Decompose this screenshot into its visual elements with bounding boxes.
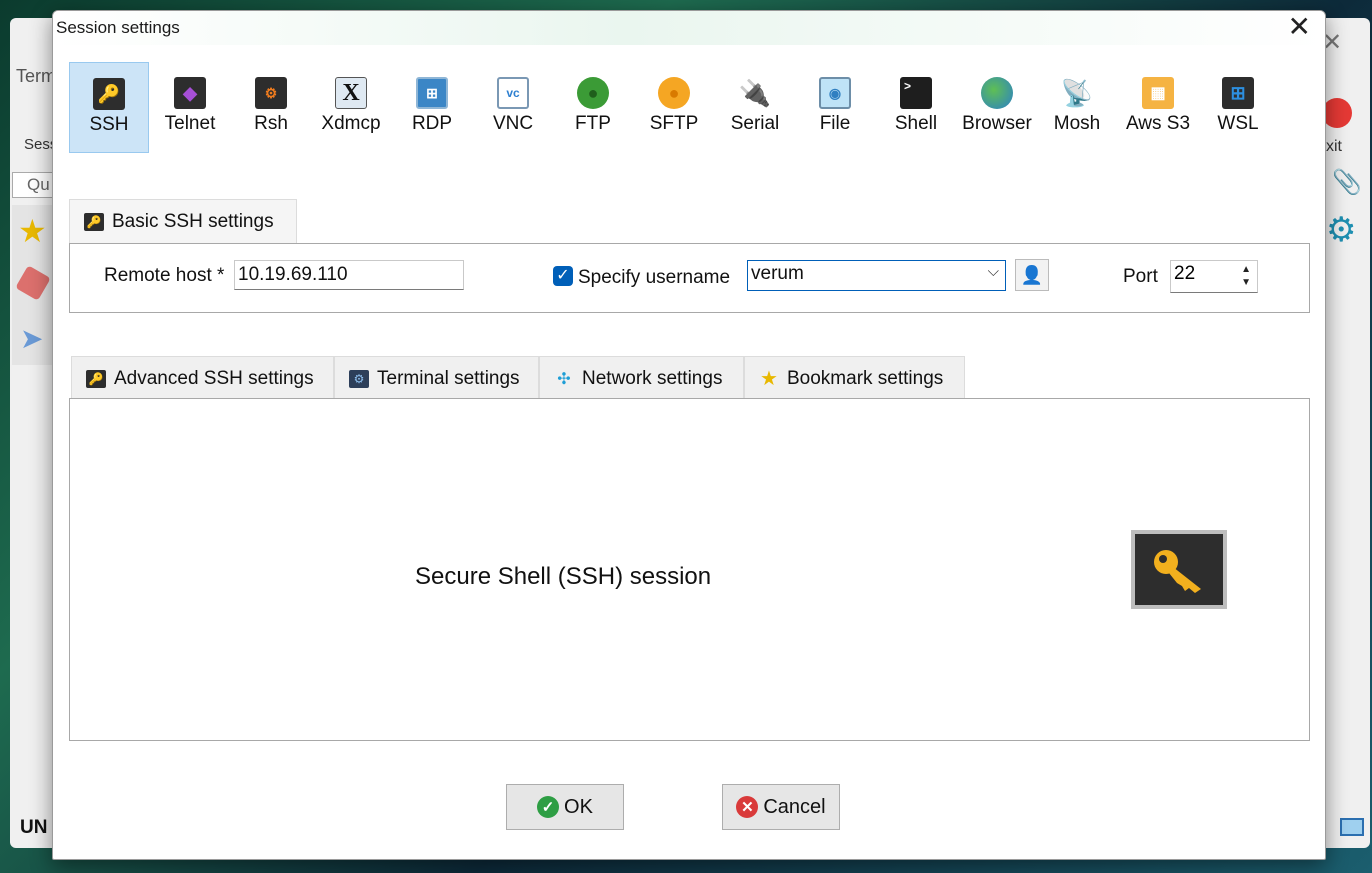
port-spinbox[interactable]: 22 ▲ ▼ <box>1170 260 1258 293</box>
check-icon: ✓ <box>537 796 560 818</box>
background-gear-icon: ⚙ <box>1326 211 1357 249</box>
remote-host-input[interactable] <box>234 260 464 290</box>
remote-host-label: Remote host * <box>104 265 225 286</box>
rdp-icon: ⊞ <box>416 77 448 109</box>
background-terminal-tab: Term <box>16 66 56 86</box>
background-star-icon: ★ <box>18 213 47 249</box>
terminal-settings-icon: ⚙ <box>349 369 369 388</box>
vnc-icon: vc <box>497 77 529 109</box>
cancel-icon: ✕ <box>736 796 759 818</box>
background-monitor-icon <box>1340 818 1364 836</box>
background-paperclip-icon: 📎 <box>1332 169 1362 196</box>
ssh-key-icon <box>1131 530 1227 609</box>
aws-boxes-icon: ▦ <box>1142 77 1174 109</box>
windows-icon: ⊞ <box>1222 77 1254 109</box>
background-exit-label: xit <box>1326 138 1342 155</box>
session-settings-dialog: Session settings ✕ 🔑 SSH ◆ Telnet ⚙ Rsh … <box>52 10 1326 860</box>
dialog-titlebar: Session settings ✕ <box>53 11 1325 45</box>
ok-button[interactable]: ✓ OK <box>506 784 624 830</box>
specify-username-checkbox[interactable]: ✓ <box>553 266 573 286</box>
star-icon: ★ <box>760 368 778 390</box>
satellite-icon: 📡 <box>1060 77 1094 108</box>
session-type-ssh[interactable]: 🔑 SSH <box>69 62 149 153</box>
key-icon: 🔑 <box>93 78 125 110</box>
cancel-button[interactable]: ✕ Cancel <box>722 784 840 830</box>
session-type-telnet[interactable]: ◆ Telnet <box>150 62 230 153</box>
tab-bookmark-settings[interactable]: ★ Bookmark settings <box>744 356 965 400</box>
spin-down-icon[interactable]: ▼ <box>1241 277 1251 288</box>
user-key-icon: 👤 <box>1020 264 1044 285</box>
session-type-aws-s3[interactable]: ▦ Aws S3 <box>1118 62 1198 153</box>
x-icon: X <box>335 77 367 109</box>
tab-advanced-ssh-settings[interactable]: 🔑 Advanced SSH settings <box>71 356 334 400</box>
session-type-mosh[interactable]: 📡 Mosh <box>1037 62 1117 153</box>
tab-terminal-settings[interactable]: ⚙ Terminal settings <box>334 356 539 400</box>
session-type-file[interactable]: ◉ File <box>795 62 875 153</box>
earth-icon <box>981 77 1013 109</box>
session-type-wsl[interactable]: ⊞ WSL <box>1198 62 1278 153</box>
session-type-sftp[interactable]: ● SFTP <box>634 62 714 153</box>
session-type-vnc[interactable]: vc VNC <box>473 62 553 153</box>
key-icon: 🔑 <box>84 212 104 231</box>
session-type-shell[interactable]: > Shell <box>876 62 956 153</box>
port-value: 22 <box>1174 263 1196 284</box>
dialog-title: Session settings <box>56 18 180 37</box>
background-exit-icon <box>1322 98 1352 128</box>
background-status-text: UN <box>20 817 48 838</box>
background-send-icon: ➤ <box>20 323 44 354</box>
session-type-bar: 🔑 SSH ◆ Telnet ⚙ Rsh X Xdmcp ⊞ RDP vc VN… <box>69 62 1309 154</box>
globe-icon: ● <box>658 77 690 109</box>
session-type-serial[interactable]: 🔌 Serial <box>715 62 795 153</box>
specify-username-label: Specify username <box>578 267 731 288</box>
serial-plug-icon: 🔌 <box>738 77 772 108</box>
session-type-ftp[interactable]: ● FTP <box>553 62 633 153</box>
port-label: Port <box>1123 266 1158 287</box>
session-type-xdmcp[interactable]: X Xdmcp <box>311 62 391 153</box>
tab-basic-ssh-settings[interactable]: 🔑 Basic SSH settings <box>69 199 297 243</box>
spin-up-icon[interactable]: ▲ <box>1241 264 1251 275</box>
terminal-icon: > <box>900 77 932 109</box>
session-type-browser[interactable]: Browser <box>957 62 1037 153</box>
globe-icon: ● <box>577 77 609 109</box>
username-value: verum <box>751 263 804 284</box>
chevron-down-icon: ⌵ <box>987 263 999 280</box>
session-description: Secure Shell (SSH) session <box>415 563 712 590</box>
network-icon: ✣ <box>557 370 571 388</box>
rsh-icon: ⚙ <box>255 77 287 109</box>
username-combobox[interactable]: verum ⌵ <box>747 260 1006 291</box>
monitor-icon: ◉ <box>819 77 851 109</box>
user-credentials-button[interactable]: 👤 <box>1015 259 1049 291</box>
session-type-rsh[interactable]: ⚙ Rsh <box>231 62 311 153</box>
session-type-rdp[interactable]: ⊞ RDP <box>392 62 472 153</box>
tab-network-settings[interactable]: ✣ Network settings <box>539 356 744 400</box>
key-icon: 🔑 <box>86 369 106 388</box>
telnet-icon: ◆ <box>174 77 206 109</box>
dialog-close-button[interactable]: ✕ <box>1288 13 1311 41</box>
